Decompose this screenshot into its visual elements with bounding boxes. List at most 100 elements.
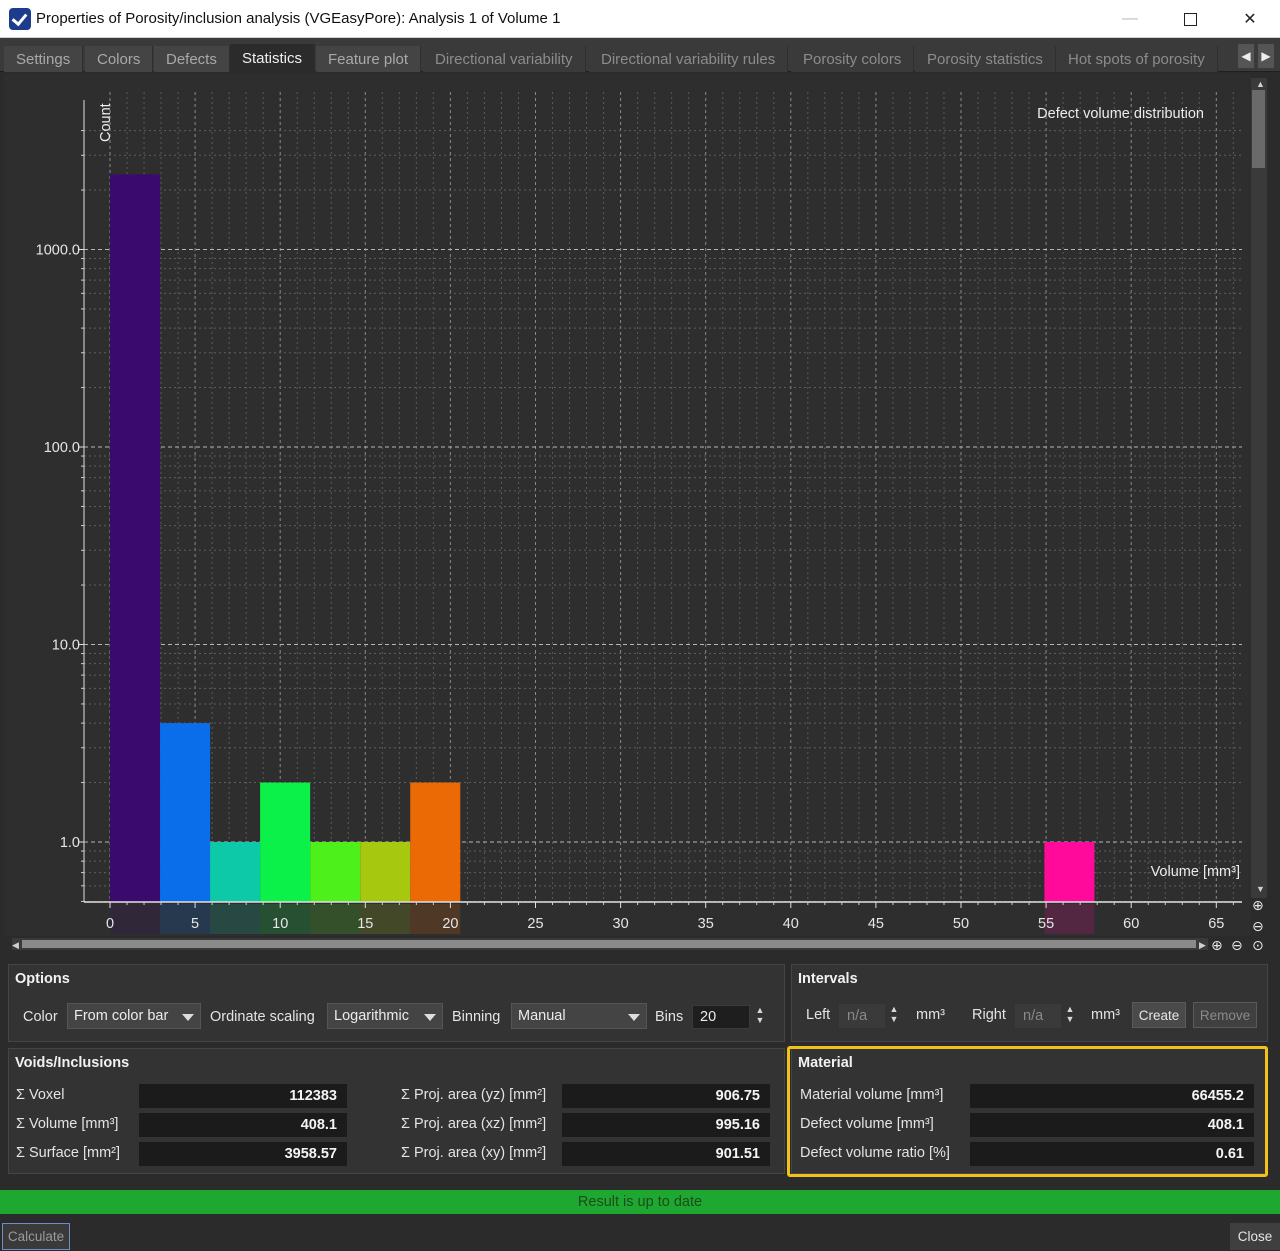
sum-voxel-value: 112383 <box>139 1084 347 1108</box>
remove-interval-button[interactable]: Remove <box>1193 1002 1257 1028</box>
tab-scroll-left-icon[interactable]: ◀ <box>1238 44 1254 68</box>
bins-input[interactable]: 20 <box>692 1005 750 1029</box>
histogram-bar[interactable] <box>160 723 211 902</box>
x-tick-label: 15 <box>357 916 373 932</box>
intervals-panel: Intervals Left n/a ▲ ▼ mm³ Right n/a ▲ ▼ m… <box>791 964 1268 1042</box>
chart-vertical-scrollbar-thumb[interactable] <box>1252 90 1265 168</box>
tab-colors[interactable]: Colors <box>85 46 154 72</box>
tab-directional-variability[interactable]: Directional variability <box>423 46 586 72</box>
histogram-bar-shadow <box>110 904 161 934</box>
scroll-up-icon[interactable]: ▲ <box>1256 79 1265 89</box>
maximize-icon[interactable] <box>1160 0 1220 38</box>
zoom-in-x-icon[interactable]: ⊕ <box>1211 937 1223 953</box>
zoom-reset-icon[interactable]: ⊙ <box>1252 937 1264 953</box>
voids-panel: Voids/Inclusions Σ Voxel 112383 Σ Volume… <box>8 1048 785 1174</box>
x-tick-label: 5 <box>191 916 199 932</box>
minimize-icon[interactable]: — <box>1100 0 1160 38</box>
y-tick-label: 100.0 <box>44 440 80 456</box>
color-select[interactable]: From color bar <box>67 1003 201 1029</box>
y-tick-label: 1000.0 <box>36 243 80 259</box>
histogram-bar[interactable] <box>110 174 161 903</box>
tab-porosity-colors[interactable]: Porosity colors <box>791 46 915 72</box>
defect-volume-value: 408.1 <box>970 1113 1254 1137</box>
tab-statistics[interactable]: Statistics <box>230 44 316 72</box>
tab-directional-variability-rules[interactable]: Directional variability rules <box>589 46 789 72</box>
tab-feature-plot[interactable]: Feature plot <box>316 46 422 72</box>
histogram-bar[interactable] <box>310 842 361 902</box>
histogram-bar[interactable] <box>1044 842 1095 902</box>
sum-volume-label: Σ Volume [mm³] <box>16 1116 119 1132</box>
defect-volume-ratio-value: 0.61 <box>970 1142 1254 1166</box>
left-interval-input[interactable]: n/a <box>839 1004 885 1028</box>
histogram-bar-shadow <box>210 904 261 934</box>
zoom-out-x-icon[interactable]: ⊖ <box>1231 937 1243 953</box>
left-stepper-icon[interactable]: ▲ ▼ <box>888 1004 900 1028</box>
binning-value: Manual <box>518 1008 566 1024</box>
y-tick-label: 10.0 <box>52 638 80 654</box>
histogram-bar-shadow <box>160 904 211 934</box>
ordinate-scaling-value: Logarithmic <box>334 1008 409 1024</box>
sum-volume-value: 408.1 <box>139 1113 347 1137</box>
zoom-out-y-icon[interactable]: ⊖ <box>1252 918 1264 934</box>
histogram-bar[interactable] <box>410 782 461 902</box>
proj-area-xy-value: 901.51 <box>562 1142 770 1166</box>
x-tick-label: 30 <box>613 916 629 932</box>
options-panel: Options Color From color bar Ordinate sc… <box>8 964 785 1042</box>
scroll-left-icon[interactable]: ◀ <box>12 940 19 950</box>
left-label: Left <box>806 1007 831 1023</box>
material-panel: Material Material volume [mm³] 66455.2 D… <box>791 1048 1268 1174</box>
tab-defects[interactable]: Defects <box>154 46 230 72</box>
tab-bar: Settings Colors Defects Statistics Featu… <box>0 38 1280 72</box>
histogram-bar[interactable] <box>260 782 311 902</box>
close-icon[interactable]: ✕ <box>1220 0 1280 38</box>
options-title: Options <box>15 971 70 987</box>
chart-vertical-scrollbar[interactable] <box>1251 78 1267 898</box>
color-select-value: From color bar <box>74 1008 169 1024</box>
right-unit: mm³ <box>1091 1007 1120 1023</box>
histogram-chart[interactable]: 0 5 10 15 20 25 30 35 40 45 50 55 60 65 1000.0 100.0 10.… <box>0 74 1280 954</box>
zoom-in-y-icon[interactable]: ⊕ <box>1252 897 1264 913</box>
bottom-bar <box>0 1214 1280 1251</box>
binning-select[interactable]: Manual <box>511 1003 647 1029</box>
x-tick-label: 65 <box>1208 916 1224 932</box>
bins-stepper-icon[interactable]: ▲ ▼ <box>754 1005 766 1029</box>
window-title: Properties of Porosity/inclusion analysi… <box>36 10 561 27</box>
y-tick-label: 1.0 <box>60 835 80 851</box>
x-tick-label: 0 <box>106 916 114 932</box>
material-title: Material <box>798 1055 853 1071</box>
chevron-down-icon <box>424 1014 436 1021</box>
calculate-button[interactable]: Calculate <box>2 1223 70 1250</box>
tab-porosity-statistics[interactable]: Porosity statistics <box>915 46 1056 72</box>
voids-title: Voids/Inclusions <box>15 1055 130 1071</box>
ordinate-scaling-select[interactable]: Logarithmic <box>327 1003 443 1029</box>
app-icon <box>9 7 31 30</box>
x-axis-label: Volume [mm³] <box>1151 864 1240 880</box>
x-tick-label: 55 <box>1038 916 1054 932</box>
x-tick-label: 40 <box>783 916 799 932</box>
x-tick-label: 10 <box>272 916 288 932</box>
right-stepper-icon[interactable]: ▲ ▼ <box>1064 1004 1076 1028</box>
left-unit: mm³ <box>916 1007 945 1023</box>
proj-area-xy-label: Σ Proj. area (xy) [mm²] <box>401 1145 547 1161</box>
scroll-down-icon[interactable]: ▼ <box>1256 884 1265 894</box>
status-bar: Result is up to date <box>0 1190 1280 1214</box>
defect-volume-ratio-label: Defect volume ratio [%] <box>800 1145 950 1161</box>
tab-hot-spots-of-porosity[interactable]: Hot spots of porosity <box>1056 46 1218 72</box>
sum-surface-label: Σ Surface [mm²] <box>16 1145 121 1161</box>
tab-scroll-right-icon[interactable]: ▶ <box>1258 44 1274 68</box>
chevron-down-icon <box>182 1014 194 1021</box>
histogram-bar[interactable] <box>210 842 261 902</box>
histogram-bar[interactable] <box>360 842 411 902</box>
proj-area-xz-value: 995.16 <box>562 1113 770 1137</box>
sum-voxel-label: Σ Voxel <box>16 1087 65 1103</box>
scroll-right-icon[interactable]: ▶ <box>1199 940 1206 950</box>
close-button[interactable]: Close <box>1230 1223 1280 1250</box>
create-interval-button[interactable]: Create <box>1132 1002 1186 1028</box>
right-interval-input[interactable]: n/a <box>1015 1004 1061 1028</box>
title-bar: Properties of Porosity/inclusion analysi… <box>0 0 1280 38</box>
sum-surface-value: 3958.57 <box>139 1142 347 1166</box>
chart-horizontal-scrollbar-thumb[interactable] <box>22 940 1196 948</box>
x-tick-label: 35 <box>698 916 714 932</box>
histogram-bar-shadow <box>310 904 361 934</box>
tab-settings[interactable]: Settings <box>4 46 84 72</box>
